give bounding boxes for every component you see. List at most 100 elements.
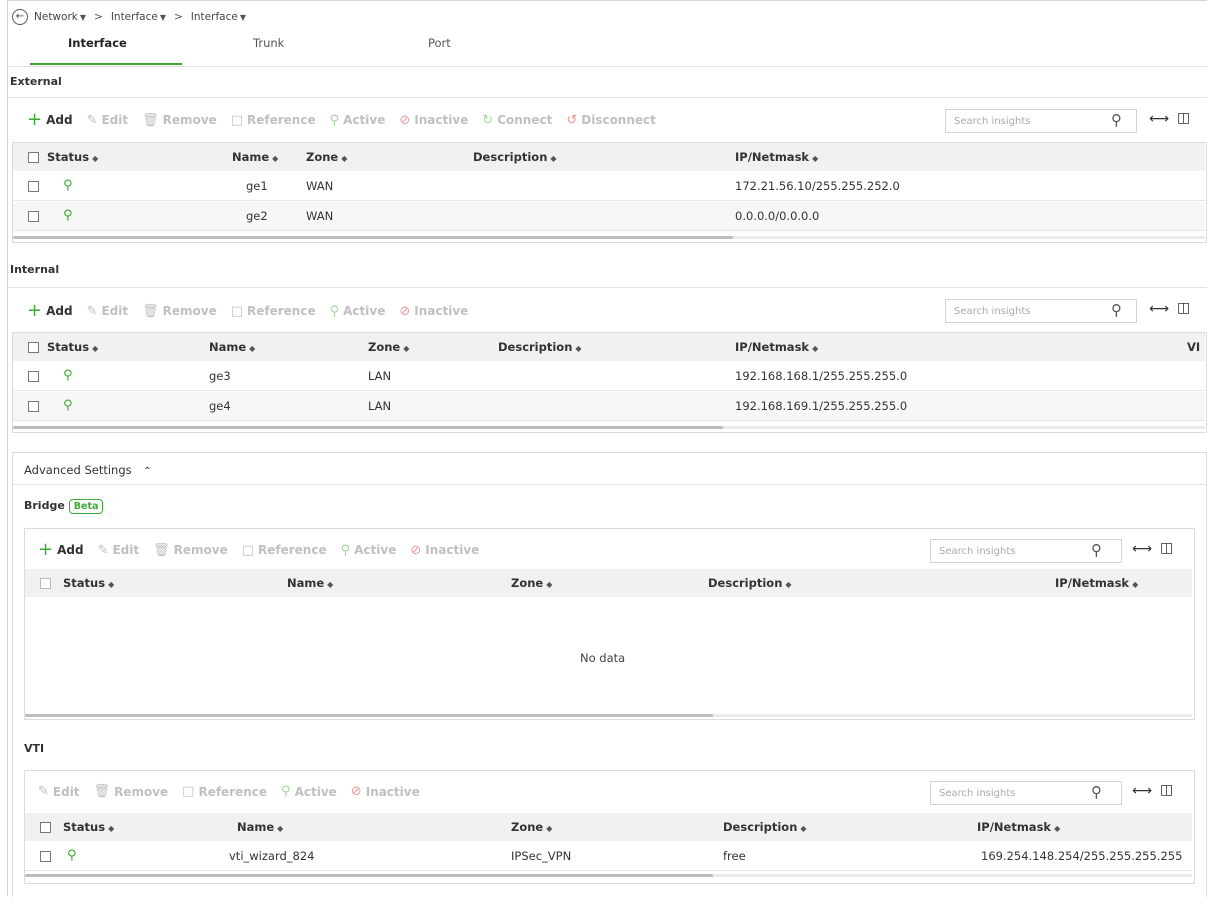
edit-button[interactable]: ✎ Edit	[98, 543, 140, 558]
row-checkbox[interactable]	[28, 401, 39, 412]
fit-columns-icon[interactable]: ⟷	[1132, 541, 1152, 557]
search-icon[interactable]: ⚲	[1111, 301, 1122, 319]
column-vlan-truncated[interactable]: VI	[1187, 340, 1200, 354]
column-name[interactable]: Name ◆	[237, 820, 283, 834]
column-ip-netmask[interactable]: IP/Netmask ◆	[977, 820, 1060, 834]
column-ip-netmask[interactable]: IP/Netmask ◆	[735, 340, 818, 354]
add-button[interactable]: + Add	[27, 111, 73, 129]
add-button[interactable]: + Add	[38, 541, 84, 559]
tab-interface[interactable]: Interface	[68, 36, 127, 50]
inactive-button[interactable]: ⊘ Inactive	[399, 113, 468, 128]
reference-icon: □	[230, 112, 244, 128]
edit-button[interactable]: ✎ Edit	[87, 113, 129, 128]
tab-port[interactable]: Port	[428, 36, 451, 50]
fit-columns-icon[interactable]: ⟷	[1149, 301, 1169, 317]
horizontal-scrollbar[interactable]	[25, 714, 713, 717]
internal-search: ⚲	[945, 299, 1137, 323]
table-row[interactable]: ⚲ ge2 WAN 0.0.0.0/0.0.0.0	[13, 202, 1205, 231]
disconnect-button[interactable]: ↺ Disconnect	[566, 113, 656, 128]
breadcrumb-network[interactable]: Network ▼	[34, 11, 86, 23]
active-button[interactable]: ⚲ Active	[330, 113, 386, 128]
back-icon[interactable]: ←	[12, 9, 28, 25]
remove-button[interactable]: 🗑 Remove	[94, 784, 169, 799]
table-row[interactable]: ⚲ ge1 WAN 172.21.56.10/255.255.252.0	[13, 172, 1205, 201]
table-row[interactable]: ⚲ vti_wizard_824 IPSec_VPN free 169.254.…	[25, 842, 1192, 871]
select-all-checkbox[interactable]	[28, 342, 39, 353]
reference-button[interactable]: □ Reference	[231, 113, 316, 128]
table-row[interactable]: ⚲ ge3 LAN 192.168.168.1/255.255.255.0	[13, 362, 1205, 391]
row-checkbox[interactable]	[28, 211, 39, 222]
breadcrumb-interface-1[interactable]: Interface ▼	[111, 11, 166, 23]
column-name[interactable]: Name ◆	[209, 340, 255, 354]
column-name[interactable]: Name ◆	[287, 576, 333, 590]
edit-button[interactable]: ✎ Edit	[87, 304, 129, 319]
reference-button[interactable]: □ Reference	[242, 543, 327, 558]
active-button[interactable]: ⚲ Active	[330, 304, 386, 319]
reference-icon: □	[241, 542, 255, 558]
horizontal-scrollbar[interactable]	[13, 236, 733, 239]
edit-button[interactable]: ✎ Edit	[38, 784, 80, 799]
horizontal-scrollbar[interactable]	[25, 874, 713, 877]
sort-icon: ◆	[249, 344, 256, 353]
search-icon[interactable]: ⚲	[1091, 541, 1102, 559]
column-status[interactable]: Status ◆	[47, 340, 98, 354]
column-status[interactable]: Status ◆	[63, 820, 114, 834]
advanced-settings-toggle[interactable]: Advanced Settings ⌃	[24, 463, 152, 477]
inactive-button[interactable]: ⊘ Inactive	[410, 543, 479, 558]
status-active-icon: ⚲	[63, 208, 73, 223]
inactive-button[interactable]: ⊘ Inactive	[351, 784, 420, 799]
search-input[interactable]	[946, 115, 1082, 127]
connect-button[interactable]: ↻ Connect	[482, 113, 552, 128]
column-ip-netmask[interactable]: IP/Netmask ◆	[1055, 576, 1138, 590]
column-status[interactable]: Status ◆	[47, 150, 98, 164]
add-button[interactable]: + Add	[27, 302, 73, 320]
pencil-icon: ✎	[97, 542, 109, 558]
remove-button[interactable]: 🗑 Remove	[142, 113, 217, 128]
column-status[interactable]: Status ◆	[63, 576, 114, 590]
row-checkbox[interactable]	[28, 371, 39, 382]
row-checkbox[interactable]	[28, 181, 39, 192]
frame-top-border	[7, 0, 1207, 1]
table-header: Status ◆ Name ◆ Zone ◆ Description ◆ IP/Netm…	[13, 143, 1205, 171]
column-zone[interactable]: Zone ◆	[306, 150, 347, 164]
select-all-checkbox[interactable]	[40, 578, 51, 589]
columns-icon[interactable]: ◫	[1177, 110, 1190, 126]
sort-icon: ◆	[575, 344, 582, 353]
column-ip-netmask[interactable]: IP/Netmask ◆	[735, 150, 818, 164]
tab-trunk[interactable]: Trunk	[253, 36, 284, 50]
reference-button[interactable]: □ Reference	[231, 304, 316, 319]
column-zone[interactable]: Zone ◆	[368, 340, 409, 354]
sort-icon: ◆	[327, 580, 334, 589]
columns-icon[interactable]: ◫	[1160, 540, 1173, 556]
breadcrumb-interface-2[interactable]: Interface ▼	[191, 11, 246, 23]
active-button[interactable]: ⚲ Active	[341, 543, 397, 558]
column-zone[interactable]: Zone ◆	[511, 820, 552, 834]
chevron-down-icon: ▼	[79, 13, 86, 22]
horizontal-scrollbar[interactable]	[13, 426, 723, 429]
column-description[interactable]: Description ◆	[708, 576, 792, 590]
column-name[interactable]: Name ◆	[232, 150, 278, 164]
active-button[interactable]: ⚲ Active	[281, 784, 337, 799]
select-all-checkbox[interactable]	[28, 152, 39, 163]
inactive-button[interactable]: ⊘ Inactive	[399, 304, 468, 319]
row-checkbox[interactable]	[40, 851, 51, 862]
search-icon[interactable]: ⚲	[1091, 783, 1102, 801]
column-description[interactable]: Description ◆	[473, 150, 557, 164]
columns-icon[interactable]: ◫	[1177, 300, 1190, 316]
column-description[interactable]: Description ◆	[723, 820, 807, 834]
search-input[interactable]	[946, 305, 1082, 317]
columns-icon[interactable]: ◫	[1160, 782, 1173, 798]
fit-columns-icon[interactable]: ⟷	[1132, 783, 1152, 799]
remove-button[interactable]: 🗑 Remove	[153, 543, 228, 558]
column-zone[interactable]: Zone ◆	[511, 576, 552, 590]
trash-icon: 🗑	[142, 112, 159, 128]
search-input[interactable]	[931, 545, 1067, 557]
select-all-checkbox[interactable]	[40, 822, 51, 833]
remove-button[interactable]: 🗑 Remove	[142, 304, 217, 319]
column-description[interactable]: Description ◆	[498, 340, 582, 354]
search-icon[interactable]: ⚲	[1111, 111, 1122, 129]
reference-button[interactable]: □ Reference	[182, 784, 267, 799]
table-row[interactable]: ⚲ ge4 LAN 192.168.169.1/255.255.255.0	[13, 392, 1205, 421]
search-input[interactable]	[931, 787, 1067, 799]
fit-columns-icon[interactable]: ⟷	[1149, 111, 1169, 127]
